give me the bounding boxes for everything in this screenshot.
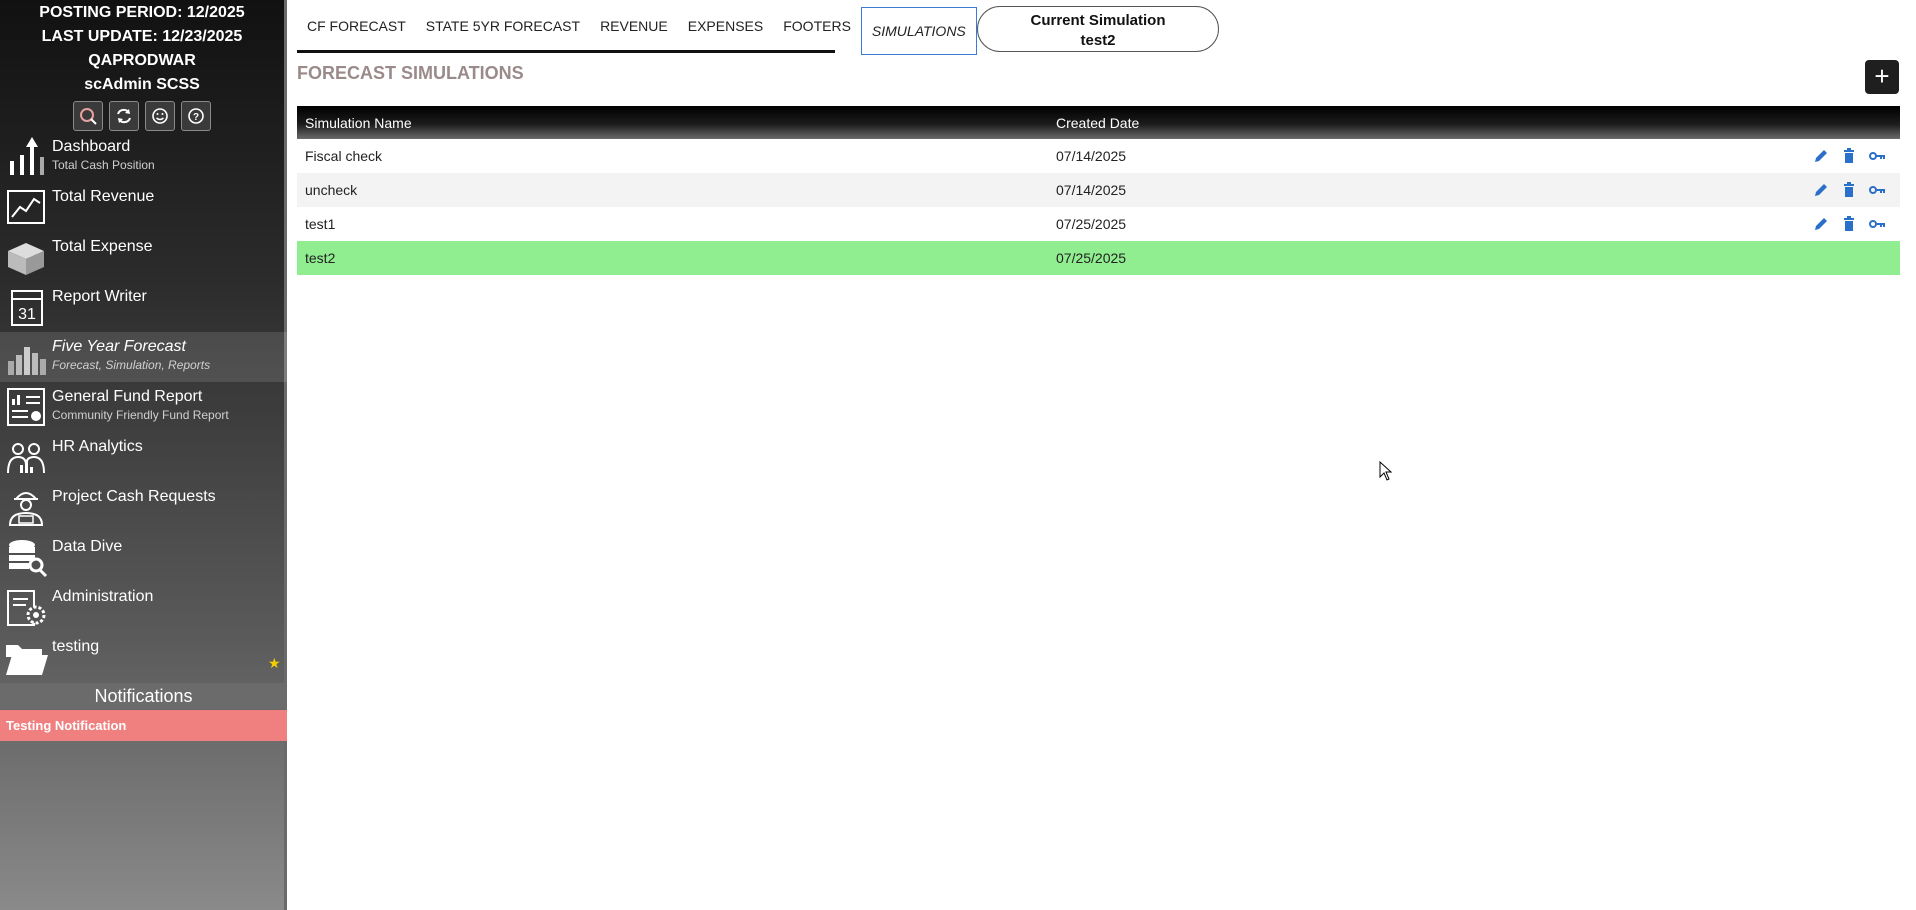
sidebar-item-total-expense[interactable]: Total Expense	[0, 232, 287, 282]
key-icon[interactable]	[1868, 181, 1886, 199]
sidebar-item-data-dive[interactable]: Data Dive	[0, 532, 287, 582]
sidebar-item-sublabel: Forecast, Simulation, Reports	[52, 358, 211, 372]
created-date-cell: 07/25/2025	[1048, 241, 1451, 275]
help-icon[interactable]: ?	[181, 101, 211, 131]
sidebar-item-label: Data Dive	[52, 538, 123, 555]
folder-icon	[0, 632, 52, 682]
add-simulation-button[interactable]: +	[1865, 60, 1899, 94]
forecast-tabs: CF FORECAST STATE 5YR FORECAST REVENUE E…	[297, 2, 977, 55]
svg-text:31: 31	[18, 306, 36, 323]
edit-icon[interactable]	[1812, 147, 1830, 165]
row-actions	[1450, 241, 1900, 275]
posting-period: POSTING PERIOD: 12/2025	[39, 4, 245, 21]
sidebar-toolbar: ?	[0, 101, 284, 131]
created-date-cell: 07/14/2025	[1048, 139, 1451, 173]
tab-revenue[interactable]: REVENUE	[590, 2, 678, 50]
svg-text:?: ?	[193, 112, 199, 123]
row-actions	[1450, 139, 1900, 173]
people-icon	[0, 432, 52, 482]
sidebar-item-testing[interactable]: testing	[0, 632, 287, 682]
delete-icon[interactable]	[1840, 181, 1858, 199]
dashboard-arrows-icon	[0, 132, 52, 182]
simulation-name-cell: test1	[297, 207, 1048, 241]
table-row[interactable]: test1 07/25/2025	[297, 207, 1900, 241]
worker-icon	[0, 482, 52, 532]
expense-box-icon	[0, 232, 52, 282]
table-row[interactable]: uncheck 07/14/2025	[297, 173, 1900, 207]
sidebar-item-sublabel: Total Cash Position	[52, 158, 155, 172]
column-header-simulation-name[interactable]: Simulation Name	[297, 106, 1048, 139]
sidebar-item-label: Dashboard	[52, 138, 131, 155]
sidebar-header: POSTING PERIOD: 12/2025 LAST UPDATE: 12/…	[0, 0, 284, 97]
calendar-icon: 31	[0, 282, 52, 332]
sidebar-item-label: Project Cash Requests	[52, 488, 216, 505]
sidebar-item-label: Five Year Forecast	[52, 338, 186, 355]
edit-icon[interactable]	[1812, 215, 1830, 233]
table-row[interactable]: Fiscal check 07/14/2025	[297, 139, 1900, 173]
sidebar-item-label: General Fund Report	[52, 388, 203, 405]
tab-footers[interactable]: FOOTERS	[773, 2, 861, 50]
simulation-name-cell: Fiscal check	[297, 139, 1048, 173]
current-simulation-badge: Current Simulation test2	[977, 6, 1219, 52]
edit-icon[interactable]	[1812, 181, 1830, 199]
sidebar-item-label: Total Revenue	[52, 188, 155, 205]
mouse-cursor-icon	[1379, 461, 1393, 481]
delete-icon[interactable]	[1840, 215, 1858, 233]
app-window: POSTING PERIOD: 12/2025 LAST UPDATE: 12/…	[0, 0, 1916, 910]
sidebar: POSTING PERIOD: 12/2025 LAST UPDATE: 12/…	[0, 0, 287, 910]
tab-cf-forecast[interactable]: CF FORECAST	[297, 2, 416, 50]
fund-report-icon	[0, 382, 52, 432]
row-actions	[1450, 173, 1900, 207]
forecast-bars-icon	[0, 332, 52, 382]
sidebar-item-label: Report Writer	[52, 288, 147, 305]
created-date-cell: 07/25/2025	[1048, 207, 1451, 241]
favorite-star-icon[interactable]: ★	[268, 655, 281, 672]
sidebar-item-general-fund-report[interactable]: General Fund Report Community Friendly F…	[0, 382, 287, 432]
last-update: LAST UPDATE: 12/23/2025	[41, 28, 243, 45]
smiley-icon[interactable]	[145, 101, 175, 131]
environment-name: QAPRODWAR	[88, 52, 196, 69]
tab-simulations[interactable]: SIMULATIONS	[860, 7, 977, 55]
admin-gear-icon	[0, 582, 52, 632]
sidebar-item-dashboard[interactable]: Dashboard Total Cash Position	[0, 132, 287, 182]
column-header-created-date[interactable]: Created Date	[1048, 106, 1451, 139]
table-header-row: Simulation Name Created Date	[297, 106, 1900, 139]
sidebar-item-project-cash-requests[interactable]: Project Cash Requests	[0, 482, 287, 532]
sidebar-item-total-revenue[interactable]: Total Revenue	[0, 182, 287, 232]
column-header-actions	[1450, 106, 1900, 139]
notifications-title: Notifications	[0, 683, 287, 709]
sidebar-item-label: Administration	[52, 588, 154, 605]
user-name: scAdmin SCSS	[84, 76, 200, 93]
created-date-cell: 07/14/2025	[1048, 173, 1451, 207]
sidebar-item-hr-analytics[interactable]: HR Analytics	[0, 432, 287, 482]
key-icon[interactable]	[1868, 147, 1886, 165]
tab-state-5yr-forecast[interactable]: STATE 5YR FORECAST	[416, 2, 590, 50]
current-simulation-label: Current Simulation	[1030, 12, 1166, 29]
simulation-name-cell: test2	[297, 241, 1048, 275]
database-search-icon	[0, 532, 52, 582]
delete-icon[interactable]	[1840, 147, 1858, 165]
sidebar-item-label: HR Analytics	[52, 438, 143, 455]
table-row-selected[interactable]: test2 07/25/2025	[297, 241, 1900, 275]
sidebar-item-report-writer[interactable]: 31 Report Writer	[0, 282, 287, 332]
search-icon[interactable]	[73, 101, 103, 131]
sidebar-item-five-year-forecast[interactable]: Five Year Forecast Forecast, Simulation,…	[0, 332, 287, 382]
current-simulation-value: test2	[1080, 32, 1116, 49]
revenue-chart-icon	[0, 182, 52, 232]
notification-item[interactable]: Testing Notification	[0, 710, 287, 741]
row-actions	[1450, 207, 1900, 241]
sidebar-item-sublabel: Community Friendly Fund Report	[52, 408, 229, 422]
sidebar-item-administration[interactable]: Administration	[0, 582, 287, 632]
page-title: FORECAST SIMULATIONS	[297, 63, 524, 83]
sidebar-item-label: testing	[52, 638, 100, 655]
tab-underline	[297, 50, 835, 53]
key-icon[interactable]	[1868, 215, 1886, 233]
refresh-icon[interactable]	[109, 101, 139, 131]
simulation-name-cell: uncheck	[297, 173, 1048, 207]
tab-expenses[interactable]: EXPENSES	[678, 2, 773, 50]
sidebar-item-label: Total Expense	[52, 238, 153, 255]
simulations-table: Simulation Name Created Date Fiscal chec…	[297, 106, 1900, 275]
